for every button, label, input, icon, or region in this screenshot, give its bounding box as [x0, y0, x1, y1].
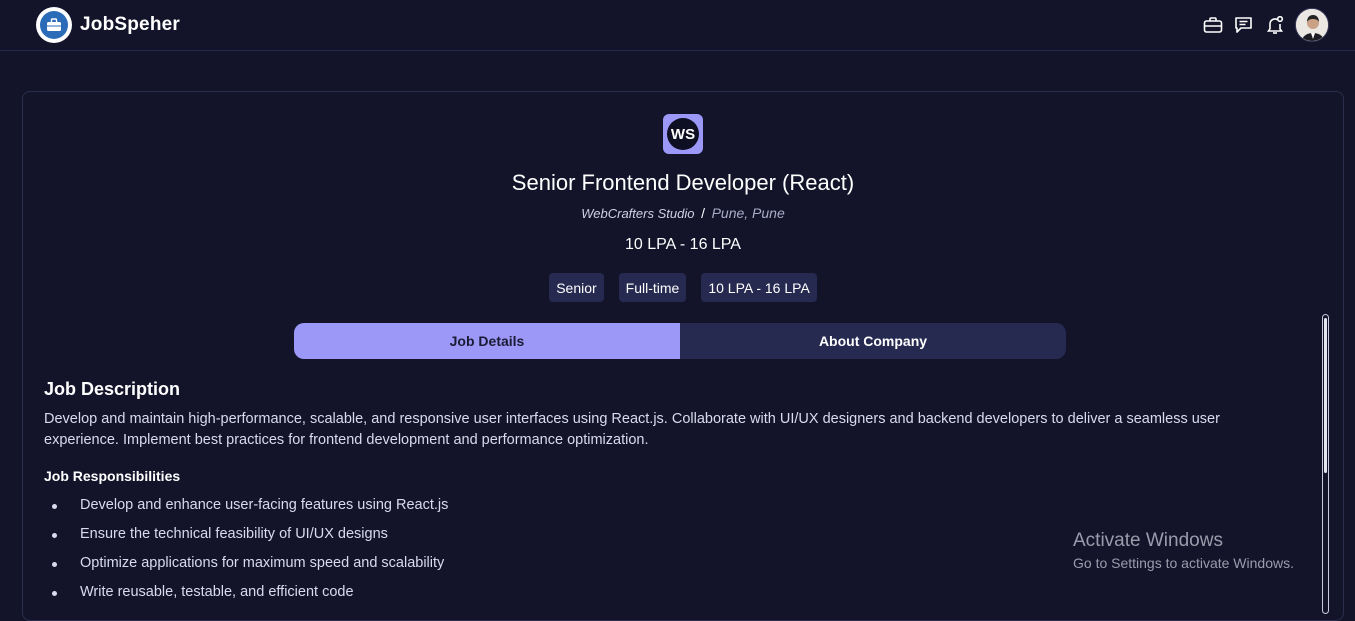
app-name: JobSpeher	[80, 14, 180, 35]
tag-salary: 10 LPA - 16 LPA	[701, 273, 817, 302]
bullet-icon	[52, 562, 57, 567]
brand[interactable]: JobSpeher	[36, 7, 180, 43]
separator: /	[701, 205, 705, 221]
bullet-icon	[52, 533, 57, 538]
job-location: Pune, Pune	[711, 205, 785, 221]
job-tags: Senior Full-time 10 LPA - 16 LPA	[23, 273, 1343, 302]
list-item: Optimize applications for maximum speed …	[44, 555, 448, 584]
briefcase-logo-icon	[36, 7, 72, 43]
top-navbar: JobSpeher	[0, 0, 1355, 51]
scrollbar-thumb[interactable]	[1324, 318, 1327, 473]
responsibility-text: Write reusable, testable, and efficient …	[80, 584, 354, 600]
watermark-subtitle: Go to Settings to activate Windows.	[1073, 555, 1294, 571]
detail-tabs: Job Details About Company	[294, 323, 1066, 359]
company-initials: WS	[667, 118, 699, 150]
user-avatar[interactable]	[1295, 8, 1329, 42]
bullet-icon	[52, 504, 57, 509]
responsibilities-list: Develop and enhance user-facing features…	[44, 497, 448, 613]
responsibility-text: Optimize applications for maximum speed …	[80, 555, 445, 571]
tab-job-details[interactable]: Job Details	[294, 323, 680, 359]
responsibility-text: Ensure the technical feasibility of UI/U…	[80, 526, 388, 542]
chat-icon[interactable]	[1233, 15, 1254, 36]
briefcase-icon[interactable]	[1202, 15, 1223, 36]
job-title: Senior Frontend Developer (React)	[511, 170, 855, 195]
tag-level: Senior	[549, 273, 604, 302]
job-description-text: Develop and maintain high-performance, s…	[44, 411, 1220, 448]
company-location: WebCrafters Studio / Pune, Pune	[23, 205, 1343, 221]
company-name[interactable]: WebCrafters Studio	[581, 206, 694, 221]
job-responsibilities-heading: Job Responsibilities	[44, 468, 181, 484]
salary-range: 10 LPA - 16 LPA	[625, 236, 741, 253]
tab-about-company[interactable]: About Company	[680, 323, 1066, 359]
list-item: Write reusable, testable, and efficient …	[44, 584, 448, 613]
responsibility-text: Develop and enhance user-facing features…	[80, 497, 449, 513]
bell-icon[interactable]	[1264, 15, 1285, 36]
windows-activation-watermark: Activate Windows Go to Settings to activ…	[1073, 530, 1294, 571]
job-description-heading: Job Description	[44, 379, 181, 399]
watermark-title: Activate Windows	[1073, 530, 1223, 551]
header-actions	[1202, 8, 1329, 42]
list-item: Ensure the technical feasibility of UI/U…	[44, 526, 448, 555]
list-item: Develop and enhance user-facing features…	[44, 497, 448, 526]
content-scrollbar[interactable]	[1322, 314, 1329, 614]
bullet-icon	[52, 591, 57, 596]
tag-employment-type: Full-time	[618, 273, 687, 302]
company-logo: WS	[663, 114, 703, 154]
